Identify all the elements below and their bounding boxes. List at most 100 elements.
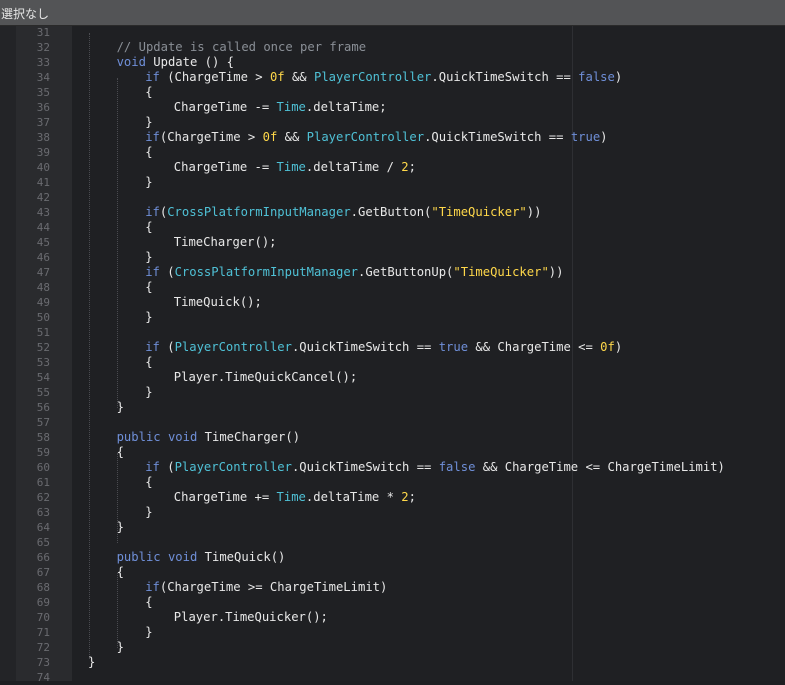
code-line[interactable]: } <box>117 520 124 535</box>
line-number: 71 <box>36 626 50 639</box>
code-token: 0f <box>269 70 285 84</box>
line-number: 63 <box>36 506 50 519</box>
code-line[interactable]: void Update () { <box>117 55 234 70</box>
code-line[interactable]: { <box>145 355 152 370</box>
code-line[interactable]: if (CrossPlatformInputManager.GetButtonU… <box>145 265 563 280</box>
code-line[interactable]: } <box>88 655 95 670</box>
code-token: PlayerController <box>313 70 432 84</box>
code-line[interactable]: { <box>145 85 152 100</box>
code-token: 0f <box>600 340 615 354</box>
code-token: { <box>145 85 153 99</box>
line-number: 50 <box>36 311 50 324</box>
code-line[interactable]: } <box>117 400 124 415</box>
code-token: ( <box>159 340 175 354</box>
code-line[interactable]: if (ChargeTime > 0f && PlayerController.… <box>145 70 622 85</box>
code-line[interactable]: } <box>145 250 152 265</box>
code-token: 2 <box>401 160 409 174</box>
line-number: 74 <box>36 671 50 684</box>
code-token: Player.TimeQuicker(); <box>173 610 328 624</box>
line-number: 31 <box>36 26 50 39</box>
code-token: )) <box>548 265 564 279</box>
code-token: ChargeTime += <box>173 490 277 504</box>
line-number: 68 <box>36 581 50 594</box>
code-token: "TimeQuicker" <box>453 265 549 279</box>
code-token: { <box>145 220 153 234</box>
code-token: Time <box>276 160 306 174</box>
code-token: public <box>116 550 161 564</box>
code-line[interactable]: TimeQuick(); <box>174 295 262 310</box>
code-line[interactable]: ChargeTime += Time.deltaTime * 2; <box>174 490 416 505</box>
code-token: { <box>116 565 124 579</box>
code-line[interactable]: } <box>145 115 152 130</box>
code-line[interactable]: { <box>145 595 152 610</box>
line-number: 39 <box>36 146 50 159</box>
code-line[interactable]: TimeCharger(); <box>174 235 277 250</box>
code-token: void <box>116 55 146 69</box>
code-line[interactable]: public void TimeCharger() <box>117 430 300 445</box>
code-token: PlayerController <box>306 130 425 144</box>
line-number: 56 <box>36 401 50 414</box>
code-token: (ChargeTime > <box>159 70 270 84</box>
code-token: if <box>145 340 160 354</box>
code-line[interactable]: } <box>117 640 124 655</box>
indent-guide <box>117 78 118 408</box>
code-line[interactable]: if(ChargeTime >= ChargeTimeLimit) <box>145 580 387 595</box>
code-line[interactable]: Player.TimeQuicker(); <box>174 610 328 625</box>
code-token: } <box>145 175 153 189</box>
code-line[interactable]: if(ChargeTime > 0f && PlayerController.Q… <box>145 130 607 145</box>
line-number: 55 <box>36 386 50 399</box>
code-line[interactable]: } <box>145 505 152 520</box>
code-token: ; <box>408 160 416 174</box>
code-token: Player.TimeQuickCancel(); <box>173 370 358 384</box>
code-line[interactable]: } <box>145 310 152 325</box>
code-token: if <box>145 130 160 144</box>
code-token: (ChargeTime >= ChargeTimeLimit) <box>159 580 388 594</box>
code-token: PlayerController <box>174 460 292 474</box>
code-line[interactable]: { <box>117 565 124 580</box>
code-editor[interactable]: 31 32 // Update is called once per frame 33… <box>0 26 785 684</box>
code-token: 2 <box>401 490 409 504</box>
code-token: } <box>145 250 153 264</box>
code-line[interactable]: Player.TimeQuickCancel(); <box>174 370 357 385</box>
code-line[interactable]: if (PlayerController.QuickTimeSwitch == … <box>145 340 622 355</box>
line-number: 48 <box>36 281 50 294</box>
code-line[interactable]: { <box>145 280 152 295</box>
line-number: 53 <box>36 356 50 369</box>
code-token: { <box>116 445 124 459</box>
code-line[interactable]: { <box>145 145 152 160</box>
code-line[interactable]: } <box>145 175 152 190</box>
code-line[interactable]: } <box>145 385 152 400</box>
line-number: 41 <box>36 176 50 189</box>
code-token: true <box>570 130 601 144</box>
code-token: ) <box>614 70 623 84</box>
line-number: 37 <box>36 116 50 129</box>
code-token: if <box>145 580 160 594</box>
code-token: } <box>145 115 153 129</box>
line-number: 34 <box>36 71 50 84</box>
line-number: 49 <box>36 296 50 309</box>
line-number: 45 <box>36 236 50 249</box>
code-token: ( <box>159 460 175 474</box>
line-number: 36 <box>36 101 50 114</box>
code-line[interactable]: public void TimeQuick() <box>117 550 286 565</box>
line-number: 59 <box>36 446 50 459</box>
code-token: && ChargeTime <= <box>468 340 601 354</box>
fold-gutter[interactable] <box>0 26 16 681</box>
code-line[interactable]: if(CrossPlatformInputManager.GetButton("… <box>145 205 541 220</box>
code-token: } <box>116 520 124 534</box>
code-line[interactable]: if (PlayerController.QuickTimeSwitch == … <box>145 460 725 475</box>
code-token: ChargeTime -= <box>173 100 277 114</box>
code-line[interactable]: { <box>145 220 152 235</box>
code-line[interactable]: { <box>117 445 124 460</box>
code-line[interactable]: { <box>145 475 152 490</box>
code-line[interactable]: } <box>145 625 152 640</box>
code-line[interactable]: ChargeTime -= Time.deltaTime; <box>174 100 387 115</box>
code-token: void <box>167 430 198 444</box>
code-token: ( <box>159 265 175 279</box>
code-token: .deltaTime; <box>305 100 387 114</box>
code-token: CrossPlatformInputManager <box>174 265 358 279</box>
code-line[interactable]: ChargeTime -= Time.deltaTime / 2; <box>174 160 416 175</box>
toolbar-selection-status: 選択なし <box>0 0 785 26</box>
code-line[interactable]: // Update is called once per frame <box>117 40 366 55</box>
